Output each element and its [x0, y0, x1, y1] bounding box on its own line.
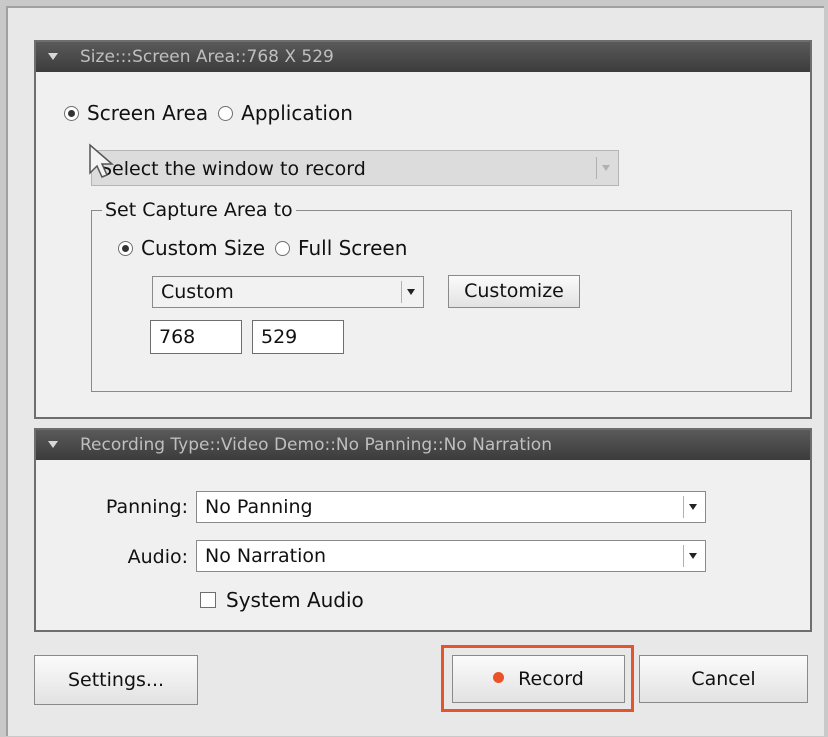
chevron-down-icon[interactable] — [401, 281, 419, 303]
application-radio[interactable] — [218, 105, 234, 121]
collapse-triangle-icon[interactable] — [48, 441, 58, 448]
size-preset-dropdown[interactable]: Custom — [152, 276, 424, 308]
record-button-label: Record — [518, 668, 584, 690]
size-panel-title: Size:::Screen Area::768 X 529 — [80, 47, 334, 67]
custom-size-radio[interactable] — [118, 240, 133, 256]
height-input[interactable]: 529 — [252, 320, 344, 354]
full-screen-label: Full Screen — [298, 236, 408, 260]
width-input[interactable]: 768 — [150, 320, 242, 354]
full-screen-radio[interactable] — [275, 240, 291, 256]
application-label: Application — [241, 101, 353, 125]
recording-panel-header[interactable]: Recording Type::Video Demo::No Panning::… — [36, 430, 810, 460]
custom-size-label: Custom Size — [141, 236, 266, 260]
system-audio-label: System Audio — [226, 588, 364, 612]
capture-size-radio-group: Custom Size Full Screen — [118, 236, 407, 260]
audio-value: No Narration — [205, 545, 327, 567]
settings-button[interactable]: Settings... — [34, 655, 198, 705]
panning-label: Panning: — [105, 496, 188, 518]
recording-panel: Recording Type::Video Demo::No Panning::… — [34, 428, 812, 632]
panning-value: No Panning — [205, 496, 313, 518]
chevron-down-icon[interactable] — [596, 157, 614, 179]
chevron-down-icon[interactable] — [683, 496, 701, 518]
system-audio-option[interactable]: System Audio — [200, 588, 364, 612]
screen-area-radio[interactable] — [64, 105, 79, 121]
screen-area-label: Screen Area — [87, 101, 209, 125]
system-audio-checkbox[interactable] — [200, 592, 216, 608]
collapse-triangle-icon[interactable] — [48, 53, 58, 60]
audio-dropdown[interactable]: No Narration — [196, 540, 706, 572]
size-panel-header[interactable]: Size:::Screen Area::768 X 529 — [36, 42, 810, 72]
panning-dropdown[interactable]: No Panning — [196, 491, 706, 523]
customize-button[interactable]: Customize — [448, 275, 580, 308]
capture-area-title: Set Capture Area to — [102, 198, 296, 222]
size-preset-value: Custom — [161, 281, 234, 303]
cancel-button[interactable]: Cancel — [639, 655, 808, 703]
chevron-down-icon[interactable] — [683, 545, 701, 567]
window-select-dropdown[interactable]: Select the window to record — [91, 150, 619, 186]
record-button[interactable]: Record — [452, 655, 625, 703]
record-dot-icon — [493, 672, 505, 683]
capture-mode-radio-group: Screen Area Application — [64, 101, 353, 125]
window-select-value: Select the window to record — [100, 158, 366, 180]
audio-label: Audio: — [127, 546, 188, 568]
mouse-cursor-icon — [89, 143, 115, 178]
recording-panel-title: Recording Type::Video Demo::No Panning::… — [80, 435, 552, 455]
